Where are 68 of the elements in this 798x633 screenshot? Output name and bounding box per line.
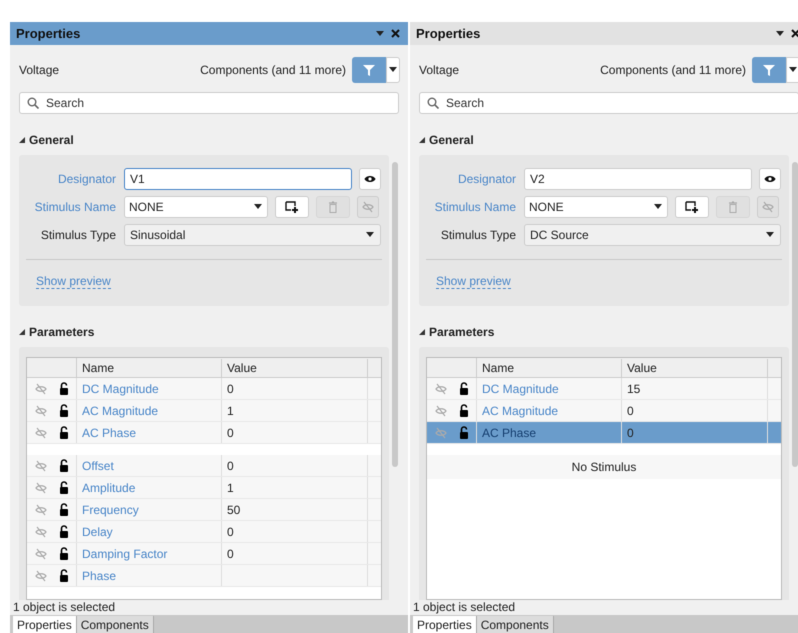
- parameter-value: 0: [222, 455, 368, 476]
- panel-tab[interactable]: Components: [476, 616, 554, 633]
- parameter-name: DC Magnitude: [477, 378, 622, 399]
- panel-title: Properties: [416, 24, 482, 43]
- panel-tab[interactable]: Components: [76, 616, 154, 633]
- parameter-row[interactable]: DC Magnitude 0: [27, 378, 381, 400]
- parameter-value: 0: [222, 521, 368, 542]
- parameter-value: 0: [222, 378, 368, 399]
- parameter-row[interactable]: Delay 0: [27, 521, 381, 543]
- parameter-name: AC Phase: [77, 422, 222, 443]
- parameter-row[interactable]: AC Phase 0: [427, 422, 781, 444]
- search-field[interactable]: Search: [19, 92, 399, 114]
- parameter-value: 0: [222, 422, 368, 443]
- parameter-value: 0: [622, 422, 768, 443]
- stimulus-type-dropdown[interactable]: DC Source: [524, 224, 781, 246]
- parameter-name: Phase: [77, 565, 222, 586]
- section-header[interactable]: Parameters: [29, 323, 94, 341]
- section-header[interactable]: General: [429, 131, 474, 149]
- parameter-name: Frequency: [77, 499, 222, 520]
- designator-field[interactable]: V2: [524, 168, 752, 190]
- parameter-name: AC Magnitude: [77, 400, 222, 421]
- parameter-value: 0: [622, 400, 768, 421]
- parameter-name: Amplitude: [77, 477, 222, 498]
- parameter-row[interactable]: Phase: [27, 565, 381, 587]
- column-header[interactable]: Name: [77, 358, 222, 376]
- search-field[interactable]: Search: [419, 92, 798, 114]
- column-header[interactable]: Value: [622, 358, 768, 376]
- parameter-row[interactable]: AC Phase 0: [27, 422, 381, 444]
- parameter-value: 1: [222, 477, 368, 498]
- parameter-value: 15: [622, 378, 768, 399]
- parameter-row[interactable]: Frequency 50: [27, 499, 381, 521]
- parameter-name: Offset: [77, 455, 222, 476]
- column-header[interactable]: Value: [222, 358, 368, 376]
- parameter-row[interactable]: Offset 0: [27, 455, 381, 477]
- parameter-name: Damping Factor: [77, 543, 222, 564]
- panel-tab[interactable]: Properties: [13, 616, 77, 633]
- parameter-name: AC Phase: [477, 422, 622, 443]
- object-type-label: Voltage: [19, 62, 60, 79]
- stimulus-name-dropdown[interactable]: NONE: [524, 196, 668, 218]
- field-label: Stimulus Type: [40, 227, 117, 244]
- field-label: Stimulus Name: [34, 199, 117, 216]
- parameter-name: DC Magnitude: [77, 378, 222, 399]
- field-label: Designator: [456, 171, 517, 188]
- stimulus-type-dropdown[interactable]: Sinusoidal: [124, 224, 381, 246]
- filter-summary: Components (and 11 more): [200, 62, 346, 79]
- parameter-row[interactable]: AC Magnitude 0: [427, 400, 781, 422]
- panel-title: Properties: [16, 24, 82, 43]
- filter-summary: Components (and 11 more): [600, 62, 746, 79]
- field-label: Stimulus Type: [440, 227, 517, 244]
- section-header[interactable]: General: [29, 131, 74, 149]
- stimulus-name-dropdown[interactable]: NONE: [124, 196, 268, 218]
- parameter-name: AC Magnitude: [477, 400, 622, 421]
- empty-message: No Stimulus: [427, 455, 781, 479]
- parameter-value: 0: [222, 543, 368, 564]
- parameter-value: 50: [222, 499, 368, 520]
- parameter-name: Delay: [77, 521, 222, 542]
- parameter-row[interactable]: Damping Factor 0: [27, 543, 381, 565]
- parameter-row[interactable]: DC Magnitude 15: [427, 378, 781, 400]
- field-label: Designator: [56, 171, 117, 188]
- section-header[interactable]: Parameters: [429, 323, 494, 341]
- parameter-value: 1: [222, 400, 368, 421]
- parameter-row[interactable]: Amplitude 1: [27, 477, 381, 499]
- parameter-row[interactable]: AC Magnitude 1: [27, 400, 381, 422]
- object-type-label: Voltage: [419, 62, 460, 79]
- field-label: Stimulus Name: [434, 199, 517, 216]
- panel-tab[interactable]: Properties: [413, 616, 477, 633]
- designator-field[interactable]: V1: [124, 168, 352, 190]
- column-header[interactable]: Name: [477, 358, 622, 376]
